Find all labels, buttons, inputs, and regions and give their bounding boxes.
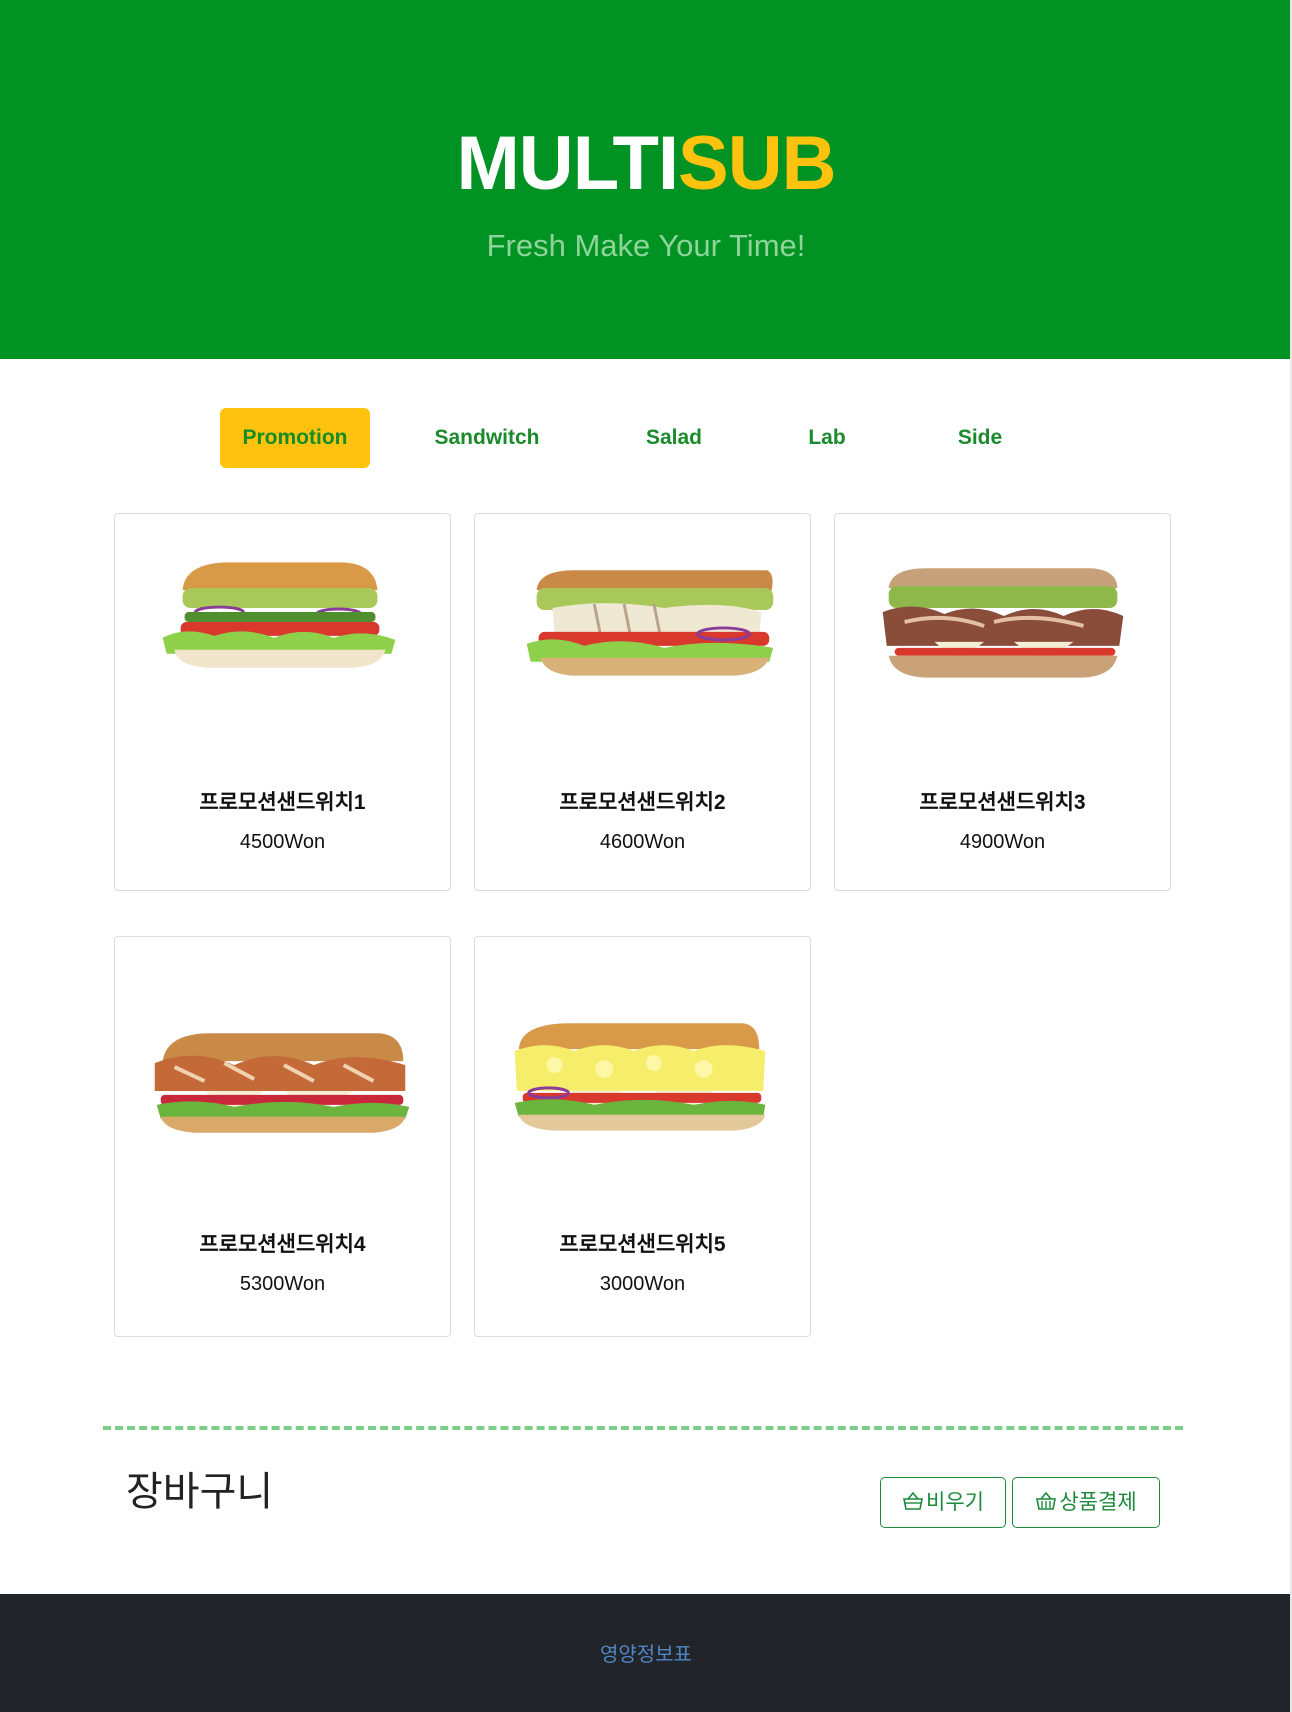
product-card[interactable]: 프로모션샌드위치2 4600Won <box>474 513 811 891</box>
product-price: 4900Won <box>959 831 1046 853</box>
checkout-button[interactable]: 상품결제 <box>1012 1477 1160 1528</box>
product-name: 프로모션샌드위치3 <box>919 791 1086 814</box>
product-price: 4500Won <box>239 831 326 853</box>
product-name: 프로모션샌드위치4 <box>199 1233 366 1256</box>
product-price: 5300Won <box>239 1273 326 1295</box>
tab-side[interactable]: Side <box>954 408 1006 468</box>
site-footer: 영양정보표 <box>0 1594 1292 1712</box>
basket-filled-icon <box>1036 1491 1057 1510</box>
tagline: Fresh Make Your Time! <box>486 228 806 263</box>
product-name: 프로모션샌드위치1 <box>199 791 366 814</box>
avocado-veggie-sandwich-image <box>162 562 396 668</box>
checkout-label: 상품결제 <box>1059 1490 1137 1514</box>
chicken-avocado-sandwich-image <box>526 570 774 676</box>
tab-promotion[interactable]: Promotion <box>220 408 370 468</box>
site-header: MULTISUB Fresh Make Your Time! <box>0 0 1292 359</box>
product-price: 4600Won <box>599 831 686 853</box>
category-tabs: Promotion Sandwitch Salad Lab Side <box>220 408 1100 468</box>
product-name: 프로모션샌드위치5 <box>559 1233 726 1256</box>
brand-sub: SUB <box>678 121 836 206</box>
nutrition-info-link[interactable]: 영양정보표 <box>600 1638 692 1667</box>
turkey-avocado-sandwich-image <box>882 568 1124 678</box>
brand-logo[interactable]: MULTISUB <box>0 122 1292 206</box>
product-name: 프로모션샌드위치2 <box>559 791 726 814</box>
tab-lab[interactable]: Lab <box>802 408 852 468</box>
section-divider <box>103 1426 1183 1430</box>
tab-salad[interactable]: Salad <box>640 408 708 468</box>
product-card[interactable]: 프로모션샌드위치1 4500Won <box>114 513 451 891</box>
product-card[interactable]: 프로모션샌드위치4 5300Won <box>114 936 451 1337</box>
brand-multi: MULTI <box>456 121 680 206</box>
pulled-chicken-sandwich-image <box>154 1033 410 1133</box>
product-price: 3000Won <box>599 1273 686 1295</box>
egg-mayo-sandwich-image <box>514 1023 766 1131</box>
product-card[interactable]: 프로모션샌드위치3 4900Won <box>834 513 1171 891</box>
product-card[interactable]: 프로모션샌드위치5 3000Won <box>474 936 811 1337</box>
tab-sandwitch[interactable]: Sandwitch <box>420 408 554 468</box>
basket-icon <box>903 1491 923 1510</box>
cart-title: 장바구니 <box>126 1469 274 1515</box>
clear-cart-button[interactable]: 비우기 <box>880 1477 1006 1528</box>
clear-cart-label: 비우기 <box>926 1490 984 1514</box>
